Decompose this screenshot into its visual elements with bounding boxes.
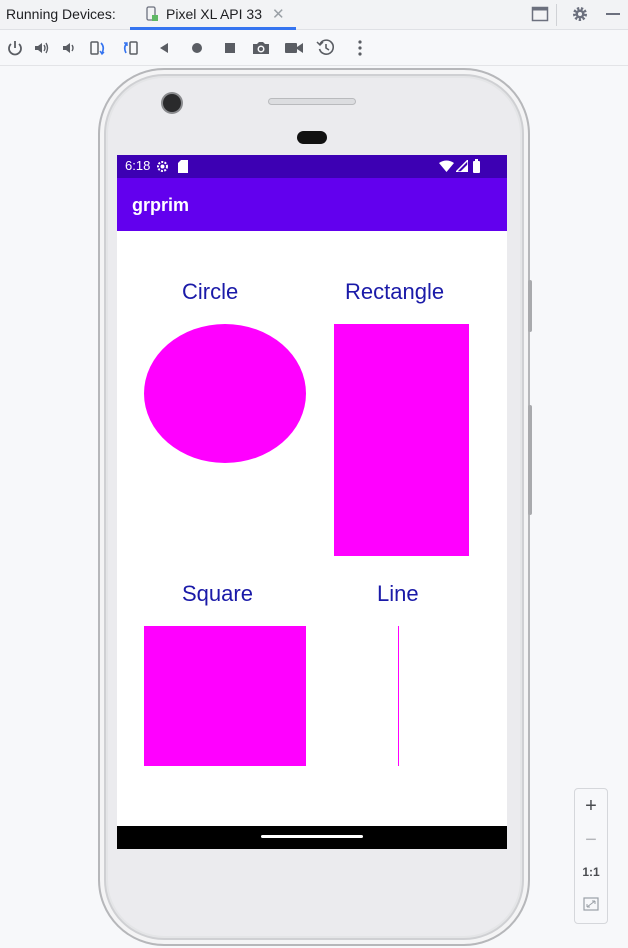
device-icon	[146, 6, 158, 21]
cell-signal-icon	[456, 160, 468, 172]
home-icon	[192, 43, 202, 53]
actual-size-button[interactable]: 1:1	[575, 865, 607, 879]
rotate-left-button[interactable]	[88, 38, 108, 58]
running-devices-label: Running Devices:	[6, 6, 116, 22]
home-button[interactable]	[187, 38, 207, 58]
close-tab-icon[interactable]: ✕	[272, 5, 285, 23]
volume-up-button[interactable]	[32, 38, 52, 58]
fit-screen-icon[interactable]	[583, 896, 599, 912]
app-bar: grprim	[117, 178, 507, 231]
minimize-icon[interactable]	[604, 5, 622, 23]
device-toolbar	[0, 30, 628, 66]
window-layout-icon[interactable]	[531, 5, 549, 23]
circle-shape	[144, 324, 306, 463]
circle-label: Circle	[182, 279, 239, 304]
rectangle-shape	[334, 324, 469, 556]
home-gesture-pill[interactable]	[261, 835, 363, 838]
overview-button[interactable]	[220, 38, 240, 58]
more-options-button[interactable]	[350, 38, 370, 58]
device-volume-rocker	[528, 405, 532, 515]
zoom-out-button[interactable]: −	[575, 829, 607, 852]
gear-icon[interactable]	[571, 5, 589, 23]
screen-record-icon	[285, 43, 303, 53]
wifi-icon	[439, 160, 454, 172]
line-label: Line	[377, 581, 419, 606]
zoom-in-button[interactable]: +	[575, 795, 607, 818]
more-icon	[358, 40, 362, 56]
tab-pixel-xl-api-33[interactable]: Pixel XL API 33 ✕	[130, 0, 296, 30]
zoom-controls: + − 1:1	[574, 788, 608, 924]
screenshot-icon	[253, 42, 269, 54]
back-icon	[160, 43, 168, 53]
toolbar-separator	[556, 4, 557, 26]
line-shape	[398, 626, 399, 766]
power-icon	[8, 41, 22, 56]
volume-down-button[interactable]	[59, 38, 79, 58]
earpiece-speaker	[268, 98, 356, 105]
snapshot-icon	[316, 39, 335, 55]
status-bar: 6:18	[117, 155, 507, 178]
tool-window-header: Running Devices: Pixel XL API 33 ✕	[0, 0, 628, 30]
rotate-right-icon	[123, 41, 138, 55]
square-label: Square	[182, 581, 253, 606]
snapshot-button[interactable]	[316, 38, 336, 58]
device-side-button	[528, 280, 532, 332]
volume-down-icon	[63, 43, 74, 53]
square-shape	[144, 626, 306, 766]
rotate-right-button[interactable]	[120, 38, 140, 58]
app-title: grprim	[132, 195, 190, 215]
navigation-bar	[117, 826, 507, 849]
settings-notification-icon	[157, 161, 168, 172]
proximity-sensor	[297, 131, 327, 144]
sd-card-icon	[178, 160, 188, 173]
screen-record-button[interactable]	[284, 38, 304, 58]
volume-up-icon	[35, 42, 49, 54]
device-screen[interactable]: 6:18 grprim Circle Rectangle Square Line	[117, 155, 507, 849]
power-button[interactable]	[5, 38, 25, 58]
rotate-left-icon	[90, 41, 105, 56]
battery-icon	[473, 159, 480, 173]
tab-title: Pixel XL API 33	[166, 6, 262, 22]
screenshot-button[interactable]	[251, 38, 271, 58]
back-button[interactable]	[154, 38, 174, 58]
front-camera	[163, 94, 181, 112]
rectangle-label: Rectangle	[345, 279, 445, 304]
status-time: 6:18	[125, 158, 151, 173]
overview-icon	[225, 43, 235, 53]
